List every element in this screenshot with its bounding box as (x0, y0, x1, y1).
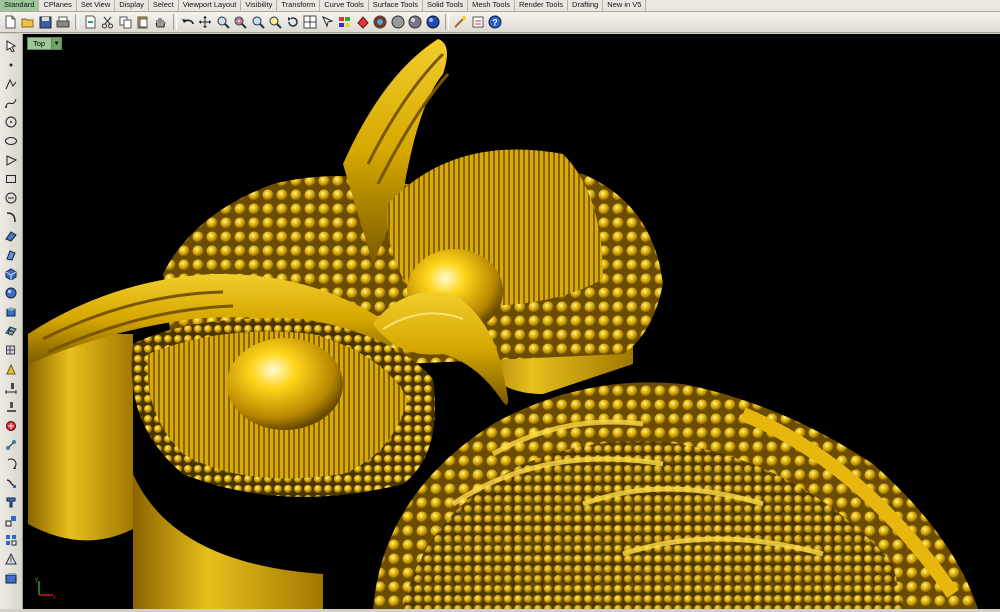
viewport-name: Top (33, 39, 46, 48)
tab-transform[interactable]: Transform (277, 0, 321, 11)
group-icon[interactable] (3, 532, 18, 547)
mesh-plane-icon[interactable] (3, 323, 18, 338)
tab-new-in-v5[interactable]: New in V5 (603, 0, 647, 11)
tab-visibility[interactable]: Visibility (241, 0, 278, 11)
extrude-tool-icon[interactable] (3, 494, 18, 509)
rectangle-icon[interactable] (3, 171, 18, 186)
left-main-toolbar (0, 34, 23, 612)
svg-text:x: x (53, 595, 56, 601)
rendered-viewport-icon[interactable] (407, 14, 423, 30)
svg-text:?: ? (492, 18, 498, 28)
separator (75, 14, 79, 30)
ellipse-icon[interactable] (3, 133, 18, 148)
viewport-title-tab[interactable]: Top ▼ (27, 37, 63, 50)
boolean-union-icon[interactable] (3, 418, 18, 433)
svg-text:y: y (35, 577, 38, 583)
tab-solid-tools[interactable]: Solid Tools (423, 0, 469, 11)
tab-standard[interactable]: Standard (0, 0, 40, 11)
sphere-solid-icon[interactable] (3, 285, 18, 300)
standard-toolbar: ? (0, 12, 1000, 33)
text-tool-icon[interactable] (3, 399, 18, 414)
curve-icon[interactable] (3, 95, 18, 110)
new-file-icon[interactable] (2, 14, 18, 30)
save-icon[interactable] (37, 14, 53, 30)
open-folder-icon[interactable] (20, 14, 36, 30)
move-arrows-icon[interactable] (197, 14, 213, 30)
rotate-view-icon[interactable] (285, 14, 301, 30)
point-icon[interactable] (3, 57, 18, 72)
zoom-dynamic-icon[interactable] (215, 14, 231, 30)
copy-icon[interactable] (117, 14, 133, 30)
print-icon[interactable] (55, 14, 71, 30)
arc-icon[interactable] (3, 190, 18, 205)
fillet-curve-icon[interactable] (3, 209, 18, 224)
import-icon[interactable] (82, 14, 98, 30)
cylinder-solid-icon[interactable] (3, 304, 18, 319)
properties-icon[interactable] (355, 14, 371, 30)
undo-icon[interactable] (180, 14, 196, 30)
select-all-icon[interactable] (320, 14, 336, 30)
render-sphere-icon[interactable] (425, 14, 441, 30)
tab-cplanes[interactable]: CPlanes (39, 0, 77, 11)
toolbar-tab-strip: Standard CPlanes Set View Display Select… (0, 0, 1000, 12)
zoom-window-icon[interactable] (232, 14, 248, 30)
tab-surface-tools[interactable]: Surface Tools (369, 0, 424, 11)
analyze-icon[interactable] (3, 551, 18, 566)
tab-mesh-tools[interactable]: Mesh Tools (468, 0, 515, 11)
dimension-icon[interactable] (3, 380, 18, 395)
tab-drafting[interactable]: Drafting (568, 0, 604, 11)
separator (172, 14, 177, 30)
tools-icon[interactable] (470, 14, 486, 30)
render-color-wheel-icon[interactable] (372, 14, 388, 30)
owl-3d-model (28, 39, 978, 609)
array-icon[interactable] (3, 475, 18, 490)
shaded-viewport-icon[interactable] (390, 14, 406, 30)
scale-icon[interactable] (3, 513, 18, 528)
zoom-selected-icon[interactable] (267, 14, 283, 30)
tab-display[interactable]: Display (115, 0, 149, 11)
world-axis-icon: y x (35, 577, 56, 601)
cut-icon[interactable] (100, 14, 116, 30)
help-icon[interactable]: ? (487, 14, 503, 30)
render-object-icon[interactable] (3, 570, 18, 585)
polygon-icon[interactable] (3, 152, 18, 167)
light-icon[interactable] (3, 361, 18, 376)
move-point-icon[interactable] (3, 437, 18, 452)
select-arrow-icon[interactable] (3, 38, 18, 53)
paste-icon[interactable] (135, 14, 151, 30)
zoom-extents-icon[interactable] (250, 14, 266, 30)
rotate-object-icon[interactable] (3, 456, 18, 471)
tab-viewport-layout[interactable]: Viewport Layout (179, 0, 242, 11)
extrude-surface-icon[interactable] (3, 247, 18, 262)
polyline-icon[interactable] (3, 76, 18, 91)
four-views-icon[interactable] (302, 14, 318, 30)
surface-corner-icon[interactable] (3, 228, 18, 243)
layers-icon[interactable] (337, 14, 353, 30)
tab-curve-tools[interactable]: Curve Tools (320, 0, 369, 11)
tab-render-tools[interactable]: Render Tools (515, 0, 569, 11)
pan-hand-icon[interactable] (152, 14, 168, 30)
options-icon[interactable] (452, 14, 468, 30)
viewport-dropdown-icon[interactable]: ▼ (51, 38, 62, 49)
tab-select[interactable]: Select (149, 0, 179, 11)
top-viewport[interactable]: Top ▼ y x (23, 34, 1000, 609)
separator (445, 14, 449, 30)
circle-icon[interactable] (3, 114, 18, 129)
mesh-box-icon[interactable] (3, 342, 18, 357)
tab-set-view[interactable]: Set View (77, 0, 116, 11)
box-solid-icon[interactable] (3, 266, 18, 281)
